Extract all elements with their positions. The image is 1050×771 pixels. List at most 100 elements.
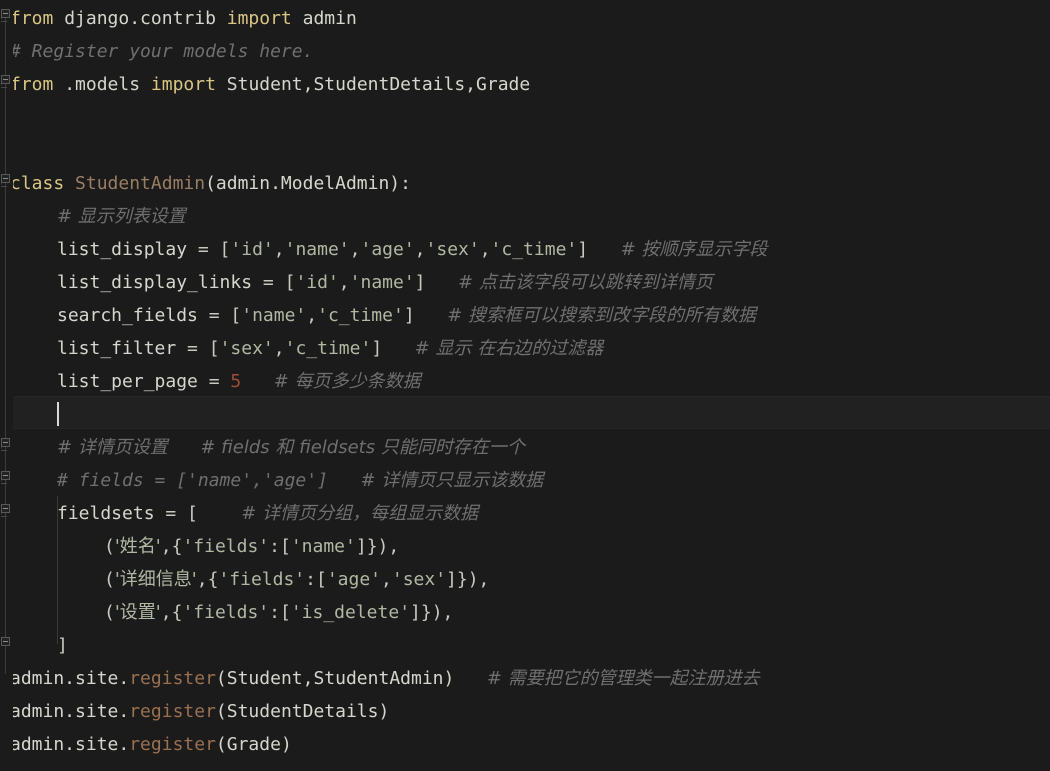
code-line-16[interactable]: fieldsets = [ # 详情页分组，每组显示数据 (57, 497, 478, 530)
code-line-20[interactable]: ] (57, 629, 68, 662)
code-line-11[interactable]: list_filter = ['sex','c_time'] # 显示 在右边的… (57, 332, 603, 365)
code-line-9[interactable]: list_display_links = ['id','name'] # 点击该… (57, 266, 713, 299)
token-comma: , (381, 569, 392, 590)
token-string: 'sex' (219, 338, 274, 359)
token-function-register: register (129, 734, 216, 755)
fold-marker-line-16[interactable] (1, 504, 10, 513)
fold-arrow-line-1 (1, 18, 10, 23)
token-comma: , (338, 272, 350, 293)
code-line-10[interactable]: search_fields = ['name','c_time'] # 搜索框可… (57, 299, 756, 332)
token-comment: # 点击该字段可以跳转到详情页 (458, 272, 713, 293)
code-line-19[interactable]: ('设置',{'fields':['is_delete']}), (104, 596, 453, 629)
code-line-22[interactable]: admin.site.register(StudentDetails) (10, 695, 389, 728)
code-line-1[interactable]: from django.contrib import admin (10, 2, 357, 35)
code-line-3[interactable]: from .models import Student,StudentDetai… (10, 68, 530, 101)
code-line-12[interactable]: list_per_page = 5 # 每页多少条数据 (57, 365, 421, 398)
code-editor[interactable]: from django.contrib import admin # Regis… (0, 0, 1050, 771)
code-line-21[interactable]: admin.site.register(Student,StudentAdmin… (10, 662, 760, 695)
token-attr-list-display-links: list_display_links (57, 272, 253, 293)
token-string-key: 'fields' (182, 602, 270, 623)
code-text-surface[interactable]: from django.contrib import admin # Regis… (0, 0, 1050, 771)
token-keyword-import: import (226, 8, 292, 29)
token-string: 'age' (360, 239, 415, 260)
token-comment: # 按顺序显示字段 (620, 239, 768, 260)
token-string: 'c_time' (317, 305, 404, 326)
token-string-key: 'fields' (218, 569, 306, 590)
token-paren: ( (104, 569, 115, 590)
token-string-value: 'sex' (391, 569, 447, 590)
token-call-args: (Student,StudentAdmin) (215, 668, 455, 689)
token-comma: , (306, 305, 318, 326)
token-comment: # fields = ['name','age'] (57, 470, 328, 491)
token-brace: ,{ (160, 536, 183, 557)
token-bracket: ] (577, 239, 589, 260)
token-close: ]}), (446, 569, 490, 590)
token-keyword-import: import (150, 74, 216, 95)
code-line-6[interactable]: class StudentAdmin(admin.ModelAdmin): (10, 167, 411, 200)
token-bracket: ] (414, 272, 426, 293)
token-close: ]}), (410, 602, 454, 623)
token-comment: # 需要把它的管理类一起注册进去 (486, 668, 760, 689)
token-keyword-from: from (10, 74, 54, 95)
token-comment-b: # fields 和 fieldsets 只能同时存在一个 (200, 437, 525, 458)
token-string-value: 'is_delete' (290, 602, 411, 623)
token-attr-list-filter: list_filter (57, 338, 177, 359)
token-number: 5 (230, 371, 242, 392)
token-assign: = [ (187, 239, 231, 260)
code-line-18[interactable]: ('详细信息',{'fields':['age','sex']}), (104, 563, 489, 596)
code-line-7[interactable]: # 显示列表设置 (57, 200, 186, 233)
token-function-register: register (129, 668, 216, 689)
token-keyword-from: from (10, 8, 54, 29)
code-line-23[interactable]: admin.site.register(Grade) (10, 728, 292, 761)
token-string: 'id' (230, 239, 274, 260)
code-line-14[interactable]: # 详情页设置 # fields 和 fieldsets 只能同时存在一个 (57, 431, 525, 464)
token-string: 'c_time' (284, 338, 372, 359)
code-line-2[interactable]: # Register your models here. (10, 35, 313, 68)
token-paren: ( (104, 602, 115, 623)
token-brace: ,{ (160, 602, 183, 623)
token-string: 'sex' (425, 239, 480, 260)
fold-marker-line-1[interactable] (1, 9, 10, 18)
indent-guide-fieldsets (57, 496, 58, 644)
token-assign: = [ (197, 305, 242, 326)
token-close: ]}), (355, 536, 400, 557)
fold-marker-line-3[interactable] (1, 75, 10, 84)
fold-marker-line-15[interactable] (1, 471, 10, 480)
code-line-17[interactable]: ('姓名',{'fields':['name']}), (104, 530, 399, 563)
token-comment: # 详情页分组，每组显示数据 (241, 503, 479, 524)
fold-arrow-line-15 (1, 480, 10, 485)
token-call-args: (Grade) (215, 734, 292, 755)
fold-marker-line-20[interactable] (1, 637, 10, 646)
code-line-15[interactable]: # fields = ['name','age'] # 详情页只显示该数据 (57, 464, 543, 497)
token-call-args: (StudentDetails) (215, 701, 390, 722)
token-assign: = [ (154, 503, 198, 524)
token-comment: # 搜索框可以搜索到改字段的所有数据 (447, 305, 756, 326)
token-import-name: admin (291, 8, 357, 29)
fold-marker-line-14[interactable] (1, 438, 10, 447)
token-string-value: 'age' (326, 569, 382, 590)
token-bracket: ] (57, 635, 68, 656)
token-paren: ( (104, 536, 115, 557)
token-string: 'c_time' (490, 239, 578, 260)
token-comment-b: # 详情页只显示该数据 (360, 470, 544, 491)
token-colon: :[ (269, 602, 291, 623)
fold-marker-line-6[interactable] (1, 174, 10, 183)
token-comment: # 显示列表设置 (57, 206, 186, 227)
token-class-name: StudentAdmin (75, 173, 206, 194)
token-string: 'name' (349, 272, 415, 293)
code-line-8[interactable]: list_display = ['id','name','age','sex',… (57, 233, 767, 266)
token-comment: # 每页多少条数据 (273, 371, 421, 392)
token-string-key: 'fields' (182, 536, 270, 557)
token-comment: # Register your models here. (10, 41, 314, 62)
token-comma: , (479, 239, 491, 260)
token-assign: = (197, 371, 231, 392)
token-module-path: .models (53, 74, 151, 95)
token-object-path: admin.site. (10, 668, 130, 689)
token-object-path: admin.site. (10, 701, 130, 722)
editor-gutter[interactable] (0, 0, 13, 771)
token-string-label: '设置' (114, 602, 161, 623)
token-bracket: ] (403, 305, 415, 326)
token-attr-list-display: list_display (57, 239, 188, 260)
token-string: 'id' (295, 272, 339, 293)
token-assign: = [ (176, 338, 220, 359)
